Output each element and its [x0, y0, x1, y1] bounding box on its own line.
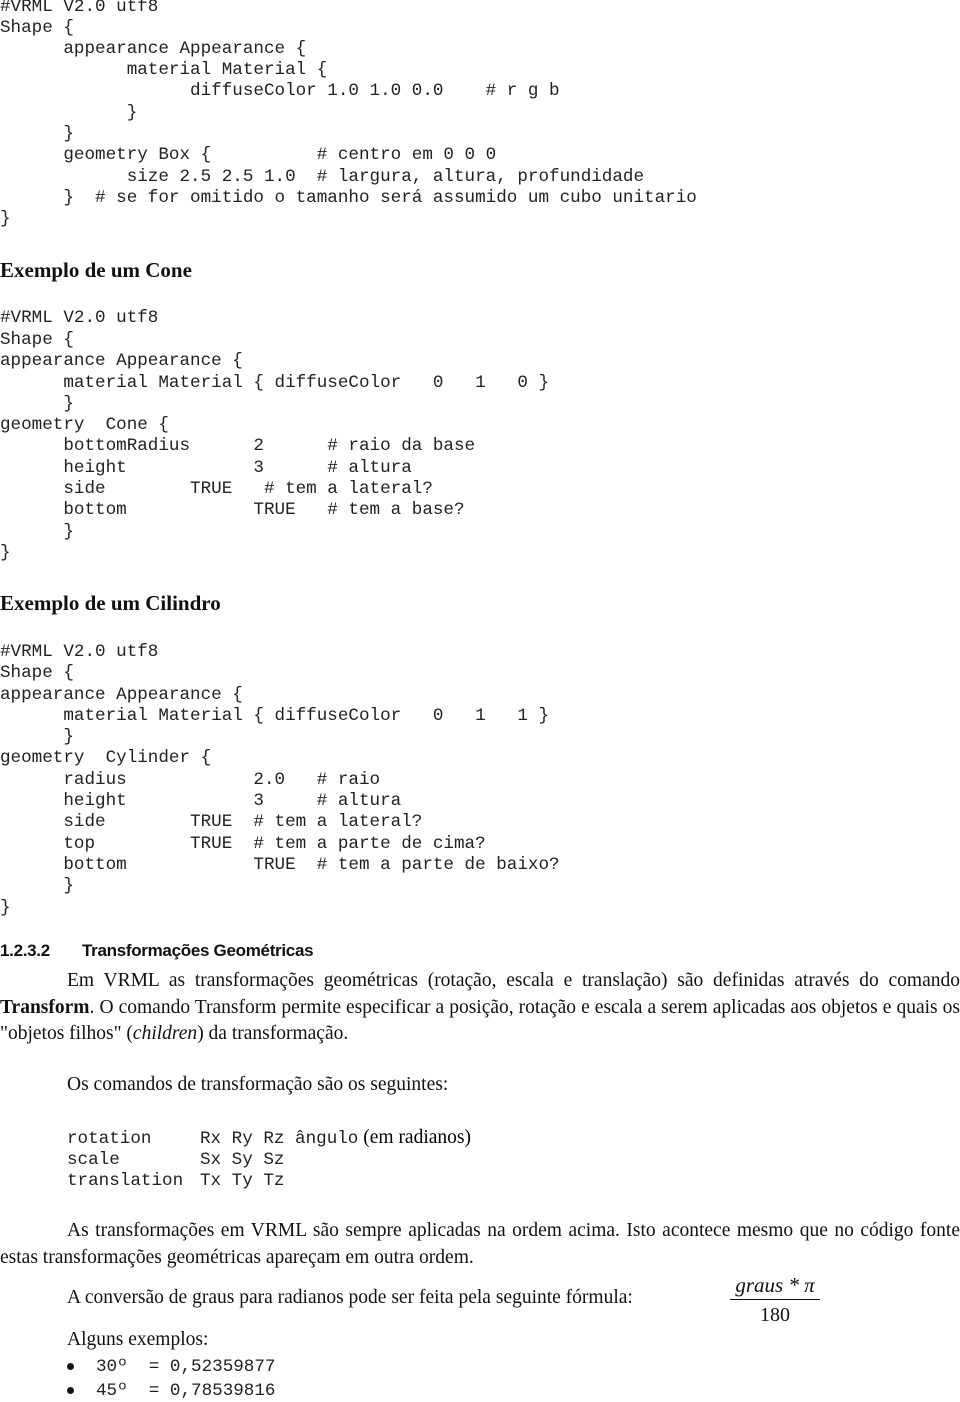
code-line: geometry Cone {: [0, 415, 169, 435]
code-line: size 2.5 2.5 1.0 # largura, altura, prof…: [0, 167, 645, 187]
code-line: #VRML V2.0 utf8: [0, 308, 159, 328]
section-title: Transformações Geométricas: [82, 941, 314, 960]
code-line: material Material {: [0, 60, 328, 80]
code-line: appearance Appearance {: [0, 351, 243, 371]
example-item: 45º = 0,78539816: [67, 1380, 276, 1402]
examples-heading: Alguns exemplos:: [67, 1329, 209, 1350]
section-number: 1.2.3.2: [0, 941, 50, 960]
command-row: translation Tx Ty Tz: [67, 1170, 284, 1192]
code-line: geometry Box { # centro em 0 0 0: [0, 145, 497, 165]
cone-example-heading: Exemplo de um Cone: [0, 258, 192, 282]
code-line: }: [0, 543, 11, 563]
code-line: top TRUE # tem a parte de cima?: [0, 834, 486, 854]
command-row: rotation Rx Ry Rz ângulo (em radianos): [67, 1127, 471, 1149]
command-name: scale: [67, 1150, 120, 1170]
formula-denominator: 180: [760, 1304, 790, 1326]
example-text: 45º = 0,78539816: [96, 1381, 276, 1401]
intro-text: ) da transformação.: [197, 1023, 349, 1044]
cylinder-example-heading: Exemplo de um Cilindro: [0, 591, 221, 615]
code-line: side TRUE # tem a lateral?: [0, 812, 423, 832]
children-keyword: children: [132, 1023, 198, 1044]
code-line: side TRUE # tem a lateral?: [0, 479, 433, 499]
conversion-formula: graus * π 180: [730, 1272, 820, 1327]
command-name: translation: [67, 1171, 184, 1191]
command-note: (em radianos): [358, 1127, 471, 1148]
code-line: Shape {: [0, 18, 74, 38]
code-line: }: [0, 209, 11, 229]
conversion-text: A conversão de graus para radianos pode …: [67, 1287, 633, 1308]
code-line: bottom TRUE # tem a base?: [0, 500, 465, 520]
section-heading: 1.2.3.2 Transformações Geométricas: [0, 940, 314, 962]
code-line: Shape {: [0, 330, 74, 350]
code-line: height 3 # altura: [0, 458, 412, 478]
code-line: }: [0, 124, 74, 144]
commands-intro: Os comandos de transformação são os segu…: [67, 1074, 449, 1095]
transform-keyword: Transform: [0, 996, 90, 1018]
code-line: bottom TRUE # tem a parte de baixo?: [0, 855, 560, 875]
code-line: appearance Appearance {: [0, 39, 307, 59]
command-name: rotation: [67, 1129, 152, 1149]
intro-paragraph: Em VRML as transformações geométricas (r…: [0, 968, 960, 1048]
command-row: scale Sx Sy Sz: [67, 1149, 284, 1171]
code-line: appearance Appearance {: [0, 685, 243, 705]
code-line: bottomRadius 2 # raio da base: [0, 436, 476, 456]
formula-numerator: graus * π: [735, 1273, 815, 1297]
bullet-icon: [67, 1362, 74, 1370]
intro-text: Em VRML as transformações geométricas (r…: [67, 970, 960, 991]
code-line: }: [0, 103, 138, 123]
code-line: diffuseColor 1.0 1.0 0.0 # r g b: [0, 81, 560, 101]
code-line: Shape {: [0, 663, 74, 683]
code-line: }: [0, 727, 74, 747]
code-line: }: [0, 522, 74, 542]
code-line: }: [0, 876, 74, 896]
command-args: Rx Ry Rz ângulo: [200, 1129, 359, 1149]
code-line: #VRML V2.0 utf8: [0, 0, 159, 17]
example-text: 30º = 0,52359877: [96, 1357, 276, 1377]
command-args: Sx Sy Sz: [200, 1150, 285, 1170]
code-line: material Material { diffuseColor 0 1 0 }: [0, 373, 550, 393]
order-text: As transformações em VRML são sempre apl…: [0, 1220, 960, 1268]
code-line: } # se for omitido o tamanho será assumi…: [0, 188, 697, 208]
code-line: height 3 # altura: [0, 791, 402, 811]
fraction-bar: [730, 1299, 820, 1300]
code-line: radius 2.0 # raio: [0, 770, 381, 790]
order-paragraph: As transformações em VRML são sempre apl…: [0, 1218, 960, 1271]
bullet-icon: [67, 1386, 74, 1394]
code-line: material Material { diffuseColor 0 1 1 }: [0, 706, 550, 726]
code-line: }: [0, 898, 11, 918]
code-line: geometry Cylinder {: [0, 748, 212, 768]
command-args: Tx Ty Tz: [200, 1171, 285, 1191]
example-item: 30º = 0,52359877: [67, 1356, 276, 1378]
code-line: }: [0, 394, 74, 414]
code-line: #VRML V2.0 utf8: [0, 642, 159, 662]
